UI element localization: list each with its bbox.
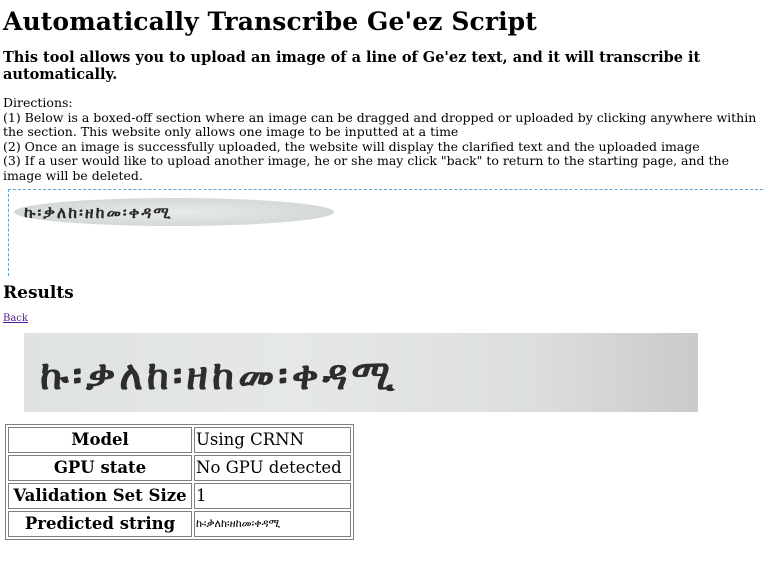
- table-row: Predicted string ኩ፡ቃለከ፡ዘከመ፡ቀዳሚ: [8, 511, 351, 537]
- row-value-model: Using CRNN: [194, 427, 351, 453]
- row-label-validation-set-size: Validation Set Size: [8, 483, 192, 509]
- thumbnail-script-text: ኩ፡ቃለከ፡ዘከመ፡ቀዳሚ: [24, 203, 173, 222]
- row-value-predicted-string: ኩ፡ቃለከ፡ዘከመ፡ቀዳሚ: [194, 511, 351, 537]
- page-title: Automatically Transcribe Ge'ez Script: [3, 7, 537, 36]
- result-script-text: ኩ፡ቃለከ፡ዘከመ፡ቀዳሚ: [40, 353, 398, 399]
- table-row: GPU state No GPU detected: [8, 455, 351, 481]
- row-label-gpu-state: GPU state: [8, 455, 192, 481]
- table-row: Model Using CRNN: [8, 427, 351, 453]
- page: Automatically Transcribe Ge'ez Script Th…: [0, 0, 765, 276]
- row-label-predicted-string: Predicted string: [8, 511, 192, 537]
- result-image: ኩ፡ቃለከ፡ዘከመ፡ቀዳሚ: [24, 333, 698, 412]
- row-value-gpu-state: No GPU detected: [194, 455, 351, 481]
- image-upload-dropzone[interactable]: ኩ፡ቃለከ፡ዘከመ፡ቀዳሚ: [8, 189, 763, 276]
- row-label-model: Model: [8, 427, 192, 453]
- thumbnail-script-image: ኩ፡ቃለከ፡ዘከመ፡ቀዳሚ: [24, 203, 173, 222]
- table-row: Validation Set Size 1: [8, 483, 351, 509]
- results-heading: Results: [3, 283, 74, 303]
- page-subtitle: This tool allows you to upload an image …: [3, 49, 701, 83]
- uploaded-image-thumbnail: ኩ፡ቃለከ፡ዘከመ፡ቀዳሚ: [14, 198, 334, 226]
- direction-step-3: (3) If a user would like to upload anoth…: [3, 153, 729, 183]
- directions: Directions: (1) Below is a boxed-off sec…: [3, 95, 763, 183]
- direction-step-2: (2) Once an image is successfully upload…: [3, 138, 700, 154]
- directions-heading: Directions:: [3, 95, 73, 110]
- result-script-image: ኩ፡ቃለከ፡ዘከመ፡ቀዳሚ: [40, 353, 398, 399]
- row-value-validation-set-size: 1: [194, 483, 351, 509]
- results-table: Model Using CRNN GPU state No GPU detect…: [5, 424, 354, 540]
- direction-step-1: (1) Below is a boxed-off section where a…: [3, 109, 757, 139]
- back-link[interactable]: Back: [3, 313, 28, 324]
